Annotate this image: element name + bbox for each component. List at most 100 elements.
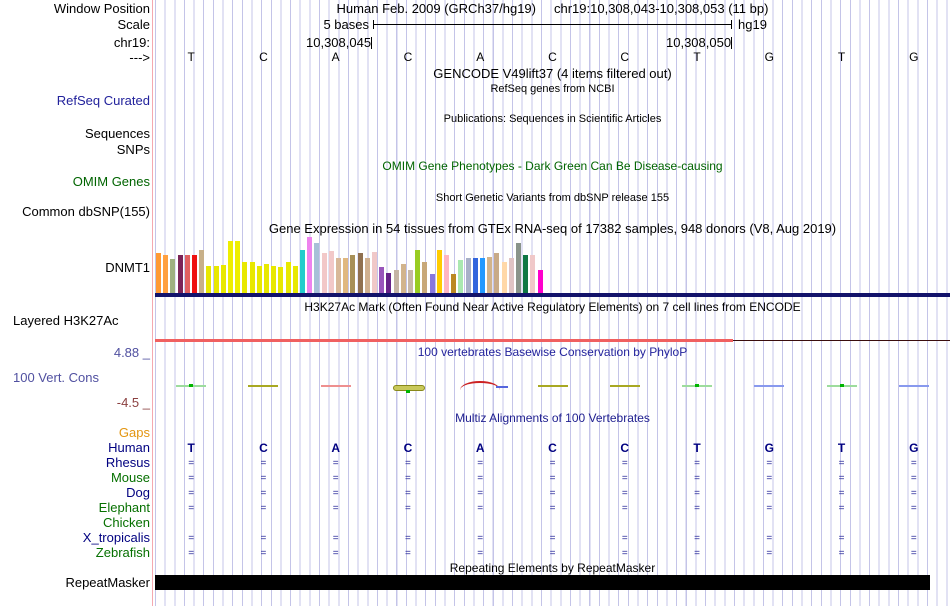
gtex-barchart[interactable] (156, 237, 548, 293)
gtex-tissue-bar[interactable] (516, 243, 521, 293)
phylop-track-title[interactable]: 100 vertebrates Basewise Conservation by… (155, 346, 950, 359)
gtex-tissue-bar[interactable] (393, 270, 399, 293)
gtex-tissue-bar[interactable] (235, 241, 241, 293)
gtex-tissue-bar[interactable] (278, 267, 284, 293)
gtex-tissue-bar[interactable] (213, 266, 219, 293)
strand-arrow-label[interactable]: ---> (0, 51, 150, 65)
gtex-tissue-bar[interactable] (285, 262, 291, 293)
refseq-track-title[interactable]: RefSeq genes from NCBI (155, 83, 950, 95)
gtex-tissue-bar[interactable] (494, 253, 500, 293)
gtex-tissue-bar[interactable] (307, 237, 313, 293)
multiz-species-label-chicken[interactable]: Chicken (0, 516, 150, 530)
gtex-tissue-bar[interactable] (379, 267, 385, 293)
multiz-human-base: C (548, 441, 557, 455)
gtex-tissue-bar[interactable] (472, 258, 478, 293)
repeatmasker-label[interactable]: RepeatMasker (0, 576, 150, 590)
repeatmasker-track-title[interactable]: Repeating Elements by RepeatMasker (155, 562, 950, 575)
common-dbsnp-label[interactable]: Common dbSNP(155) (0, 205, 150, 219)
gtex-tissue-bar[interactable] (177, 255, 183, 293)
gtex-tissue-bar[interactable] (429, 274, 435, 293)
gtex-tissue-bar[interactable] (292, 266, 298, 293)
multiz-species-label-zebrafish[interactable]: Zebrafish (0, 546, 150, 560)
gencode-track-title[interactable]: GENCODE V49lift37 (4 items filtered out) (155, 67, 950, 81)
gtex-tissue-bar[interactable] (249, 262, 255, 293)
gtex-tissue-bar[interactable] (192, 255, 197, 293)
gtex-tissue-bar[interactable] (415, 250, 421, 293)
gtex-track-title[interactable]: Gene Expression in 54 tissues from GTEx … (155, 222, 950, 236)
gtex-tissue-bar[interactable] (451, 274, 457, 293)
publications-track-title[interactable]: Publications: Sequences in Scientific Ar… (155, 113, 950, 125)
h3k27ac-signal-line[interactable] (155, 339, 733, 342)
omim-track-title[interactable]: OMIM Gene Phenotypes - Dark Green Can Be… (155, 160, 950, 173)
gtex-tissue-bar[interactable] (508, 258, 514, 293)
refseq-curated-label[interactable]: RefSeq Curated (0, 94, 150, 108)
gtex-tissue-bar[interactable] (264, 264, 269, 293)
multiz-align-mark: = (694, 533, 700, 544)
multiz-human-base: G (764, 441, 774, 455)
multiz-species-label-rhesus[interactable]: Rhesus (0, 456, 150, 470)
gtex-tissue-bar[interactable] (163, 255, 169, 293)
gtex-tissue-bar[interactable] (422, 262, 428, 293)
gtex-tissue-bar[interactable] (300, 250, 305, 293)
gtex-gene-label[interactable]: DNMT1 (0, 261, 150, 275)
gtex-tissue-bar[interactable] (400, 264, 406, 293)
gtex-tissue-bar[interactable] (242, 262, 248, 293)
gtex-gene-model-bar[interactable] (155, 293, 950, 297)
gtex-tissue-bar[interactable] (256, 266, 262, 293)
gtex-tissue-bar[interactable] (328, 251, 334, 293)
gtex-tissue-bar[interactable] (321, 253, 327, 293)
gtex-tissue-bar[interactable] (271, 266, 277, 293)
repeatmasker-element-bar[interactable] (155, 575, 930, 590)
sequences-label[interactable]: Sequences (0, 127, 150, 141)
gtex-tissue-bar[interactable] (184, 255, 190, 293)
gtex-tissue-bar[interactable] (501, 262, 507, 293)
gtex-tissue-bar[interactable] (156, 253, 161, 293)
multiz-species-label-x_tropicalis[interactable]: X_tropicalis (0, 531, 150, 545)
gtex-tissue-bar[interactable] (372, 252, 377, 293)
h3k27ac-track-title[interactable]: H3K27Ac Mark (Often Found Near Active Re… (155, 301, 950, 314)
h3k27ac-signal-line-dark[interactable] (733, 340, 950, 341)
multiz-species-label-gaps[interactable]: Gaps (0, 426, 150, 440)
multiz-species-label-human[interactable]: Human (0, 441, 150, 455)
gtex-tissue-bar[interactable] (408, 270, 413, 293)
multiz-align-mark: = (694, 548, 700, 559)
phylop-track-label[interactable]: 100 Vert. Cons (13, 371, 99, 385)
gtex-tissue-bar[interactable] (206, 266, 212, 293)
dbsnp-track-title[interactable]: Short Genetic Variants from dbSNP releas… (155, 192, 950, 204)
gtex-tissue-bar[interactable] (170, 259, 176, 293)
gtex-tissue-bar[interactable] (458, 260, 464, 293)
gtex-tissue-bar[interactable] (530, 255, 536, 293)
gtex-tissue-bar[interactable] (487, 257, 493, 293)
gtex-tissue-bar[interactable] (465, 258, 471, 293)
gtex-tissue-bar[interactable] (480, 258, 485, 293)
snps-label[interactable]: SNPs (0, 143, 150, 157)
gtex-tissue-bar[interactable] (386, 273, 392, 293)
sequence-base: C (548, 50, 557, 64)
multiz-align-mark: = (549, 458, 556, 469)
layered-h3k27ac-label[interactable]: Layered H3K27Ac (13, 314, 119, 328)
multiz-align-mark: = (405, 548, 411, 559)
gtex-tissue-bar[interactable] (199, 250, 205, 293)
gtex-tissue-bar[interactable] (523, 255, 529, 293)
multiz-species-label-dog[interactable]: Dog (0, 486, 150, 500)
gtex-tissue-bar[interactable] (537, 270, 543, 293)
multiz-align-mark: = (188, 533, 195, 544)
gtex-tissue-bar[interactable] (357, 253, 363, 293)
phylop-min-label: -4.5 _ (116, 395, 150, 410)
gtex-tissue-bar[interactable] (444, 255, 449, 293)
gtex-tissue-bar[interactable] (336, 258, 341, 293)
gtex-tissue-bar[interactable] (343, 258, 349, 293)
gtex-tissue-bar[interactable] (436, 250, 442, 293)
multiz-align-mark: = (694, 503, 700, 514)
gtex-tissue-bar[interactable] (314, 243, 320, 293)
gtex-tissue-bar[interactable] (220, 265, 226, 293)
gtex-tissue-bar[interactable] (364, 258, 370, 293)
omim-genes-label[interactable]: OMIM Genes (0, 175, 150, 189)
multiz-align-mark: = (838, 533, 845, 544)
gtex-tissue-bar[interactable] (228, 241, 233, 293)
multiz-species-label-mouse[interactable]: Mouse (0, 471, 150, 485)
gtex-tissue-bar[interactable] (350, 255, 356, 293)
multiz-align-mark: = (332, 473, 339, 484)
multiz-track-title[interactable]: Multiz Alignments of 100 Vertebrates (155, 412, 950, 425)
multiz-species-label-elephant[interactable]: Elephant (0, 501, 150, 515)
